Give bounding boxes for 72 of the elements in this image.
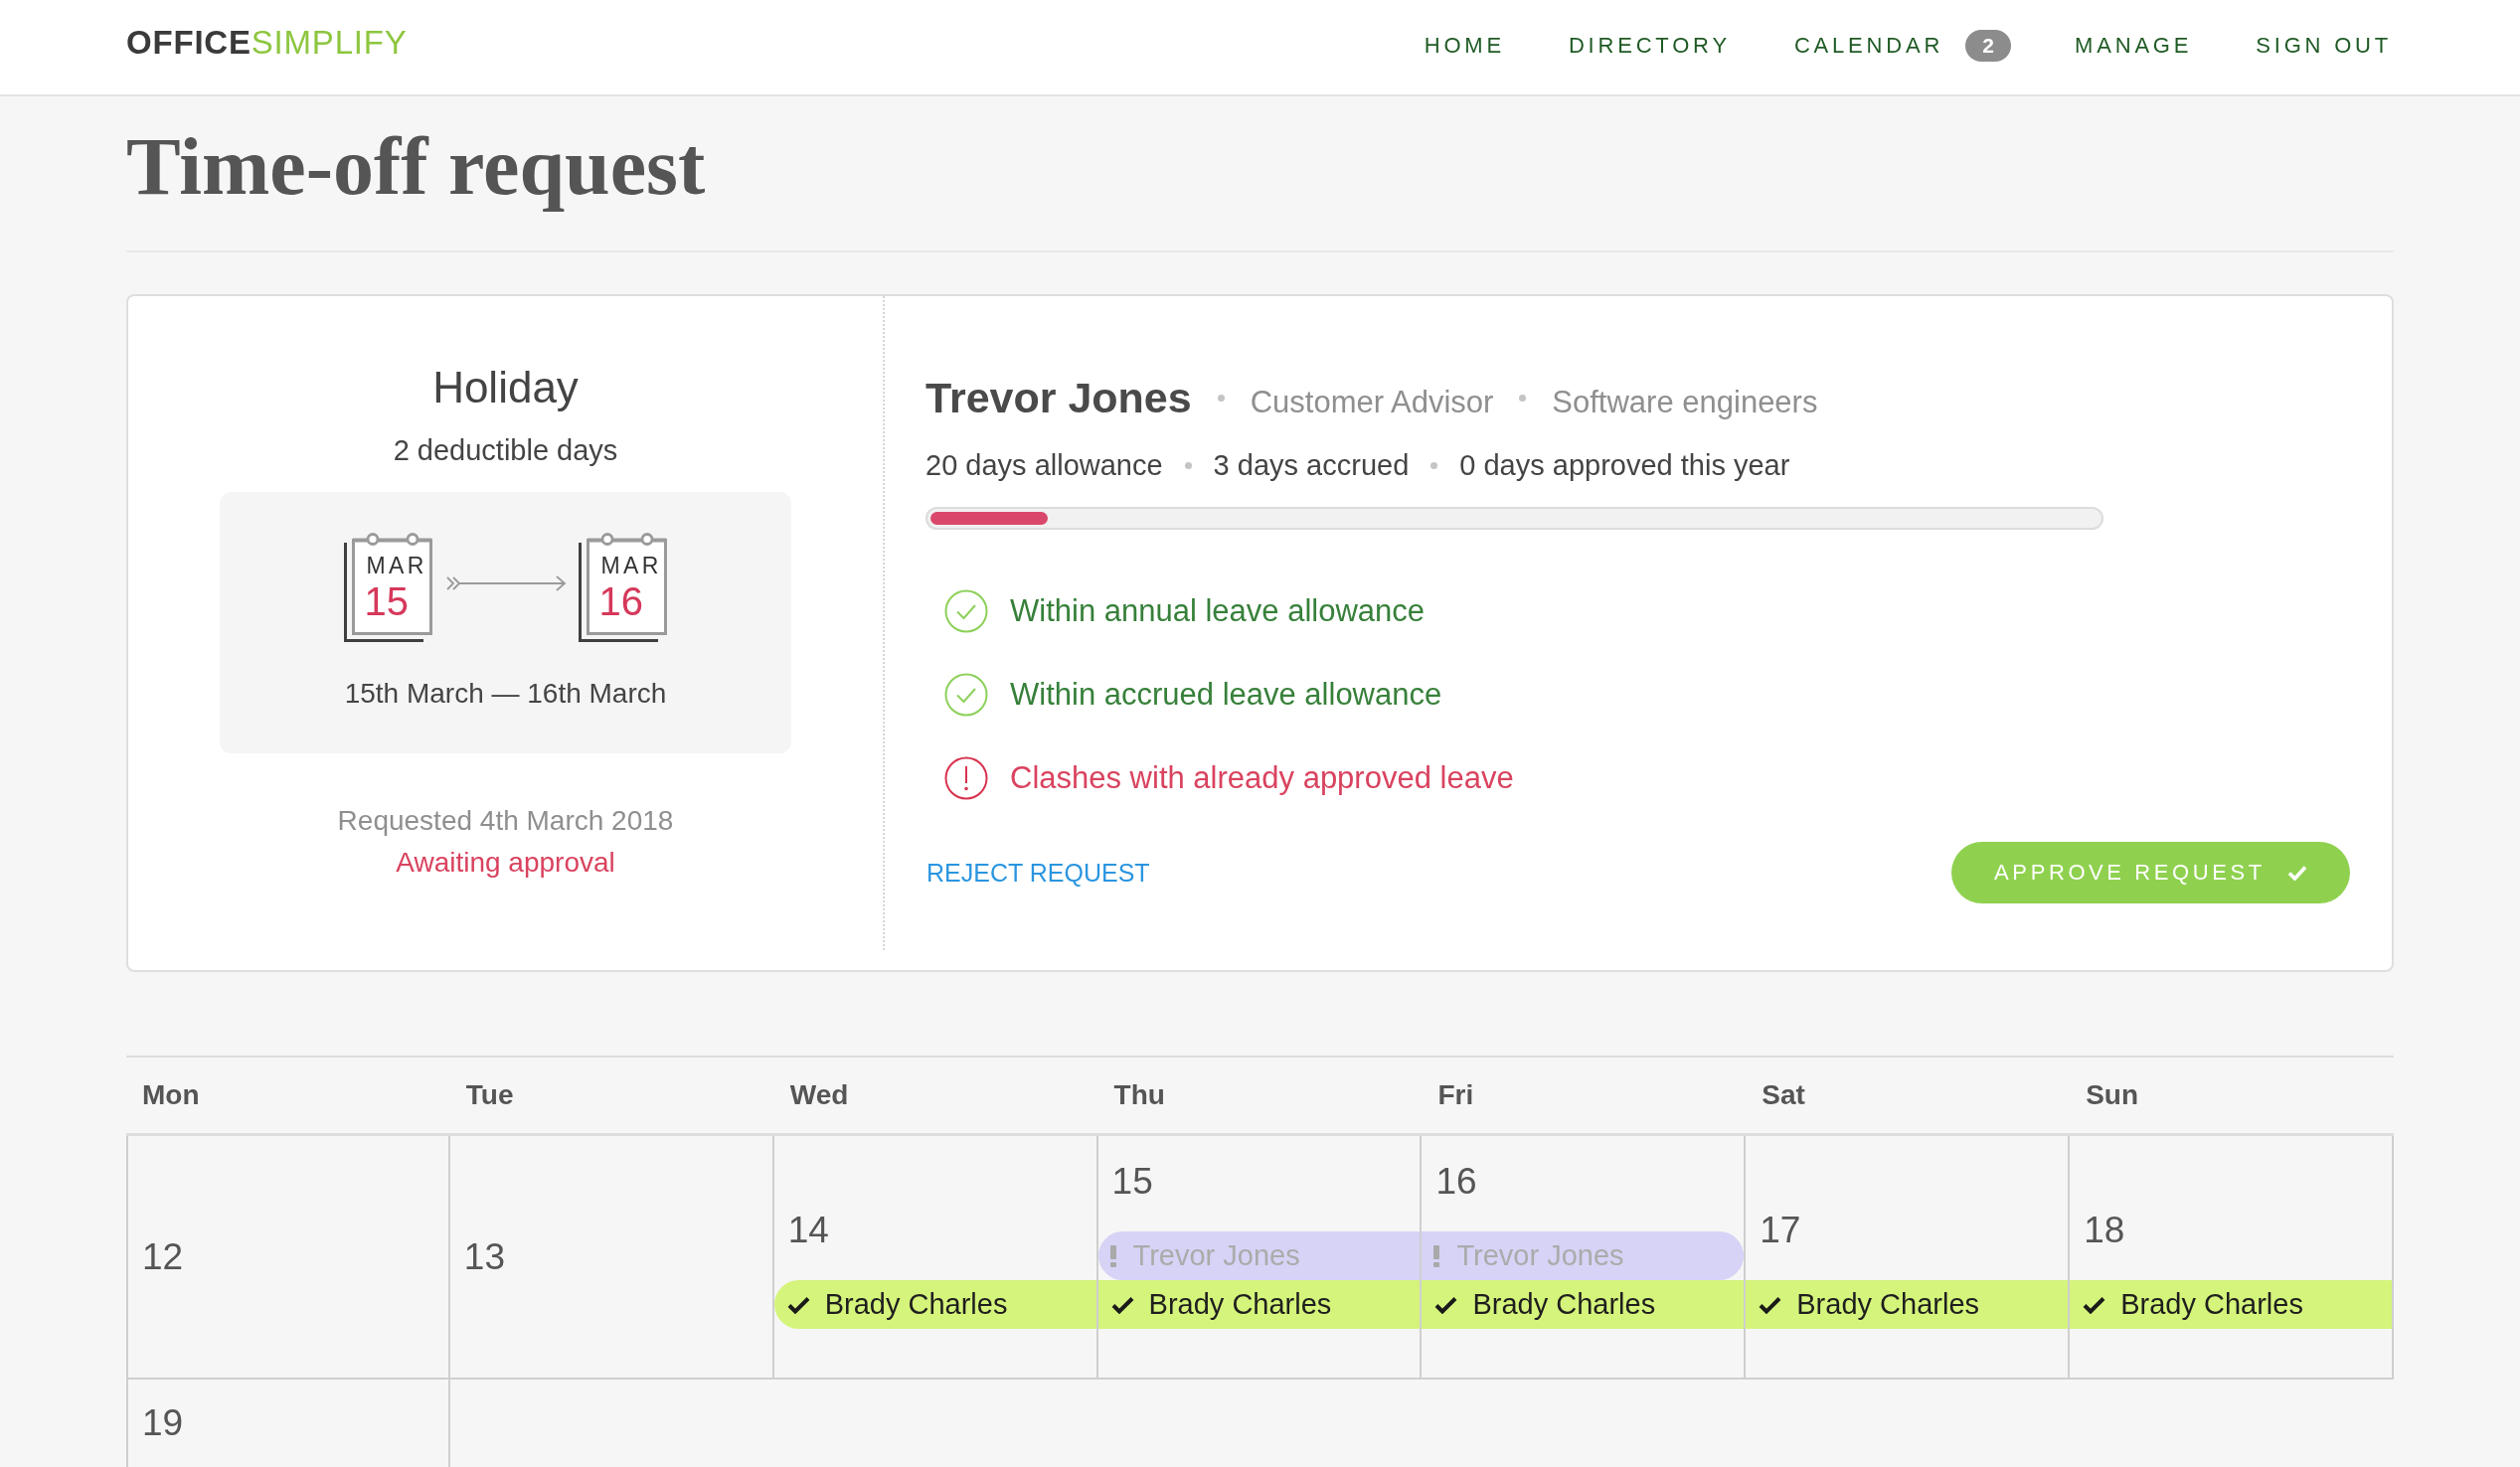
requested-date: Requested 4th March 2018 xyxy=(337,804,674,838)
check-icon xyxy=(1759,1295,1782,1314)
dot-icon xyxy=(1217,394,1225,402)
calendar-cell[interactable]: 13 xyxy=(449,1136,774,1380)
weekday-header: Tue xyxy=(465,1079,514,1111)
dot-icon xyxy=(1184,461,1192,469)
day-number: 13 xyxy=(462,1234,505,1279)
allowance-stat: 20 days allowance xyxy=(925,448,1163,483)
check-text: Within accrued leave allowance xyxy=(1010,676,1442,714)
day-number: 16 xyxy=(598,580,643,622)
exclamation-icon xyxy=(1108,1244,1117,1267)
allowance-stat: 3 days accrued xyxy=(1213,448,1410,483)
alert-circle-icon xyxy=(944,756,988,800)
day-number: 19 xyxy=(141,1401,184,1445)
check-text: Within annual leave allowance xyxy=(1010,592,1426,630)
nav-link[interactable]: HOME xyxy=(1424,33,1505,59)
dot-icon xyxy=(1519,394,1527,402)
event-bar[interactable]: Brady Charles xyxy=(1746,1280,2069,1329)
event-bar[interactable]: Brady Charles xyxy=(2070,1280,2392,1329)
nav-link[interactable]: MANAGE xyxy=(2075,33,2193,59)
calendar-cell[interactable]: 19 xyxy=(126,1380,450,1467)
employee-detail: Software engineers xyxy=(1552,384,1818,421)
event-bar[interactable]: Brady Charles xyxy=(773,1280,1096,1329)
day-number: 17 xyxy=(1759,1209,1801,1252)
exclamation-icon xyxy=(1432,1244,1441,1267)
nav-link[interactable]: DIRECTORY xyxy=(1568,33,1731,59)
weekday-header: Wed xyxy=(789,1079,849,1111)
calendar-cell[interactable]: 17 Brady Charles xyxy=(1746,1136,2071,1380)
employee-name: Trevor Jones xyxy=(925,373,1192,423)
day-number: 14 xyxy=(786,1209,829,1252)
weekday-header: Thu xyxy=(1113,1079,1165,1111)
check-text: Clashes with already approved leave xyxy=(1010,759,1514,797)
check-circle-icon xyxy=(944,673,988,717)
calendar-cell[interactable]: 15 Trevor Jones Brady Charles xyxy=(1097,1136,1423,1380)
check-icon xyxy=(1434,1295,1458,1314)
allowance-stat: 0 days approved this year xyxy=(1459,448,1790,483)
weekday-header: Sat xyxy=(1762,1079,1805,1111)
logo[interactable]: OFFICESIMPLIFY xyxy=(126,23,408,62)
check-icon xyxy=(786,1295,810,1314)
day-number: 12 xyxy=(141,1234,184,1279)
weekday-header: Sun xyxy=(2086,1079,2139,1111)
day-number: 15 xyxy=(364,580,409,622)
event-bar[interactable]: Brady Charles xyxy=(1097,1280,1421,1329)
day-number: 16 xyxy=(1434,1160,1477,1204)
arrow-icon xyxy=(444,573,567,593)
date-range-text: 15th March — 16th March xyxy=(344,677,667,711)
count-badge: 2 xyxy=(1965,30,2012,62)
day-number: 18 xyxy=(2083,1209,2125,1252)
calendar-page-icon xyxy=(343,533,433,642)
deductible-days: 2 deductible days xyxy=(393,430,618,470)
check-icon xyxy=(2286,865,2307,881)
check-icon xyxy=(1110,1295,1134,1314)
day-number: 15 xyxy=(1110,1160,1153,1204)
month-label: MAR xyxy=(600,554,662,577)
check-icon xyxy=(2083,1295,2106,1314)
dot-icon xyxy=(1430,461,1438,469)
request-status: Awaiting approval xyxy=(396,846,615,880)
page-title: Time-off request xyxy=(126,120,706,214)
calendar-cell[interactable]: 14 Brady Charles xyxy=(773,1136,1098,1380)
leave-type: Holiday xyxy=(432,362,579,413)
month-label: MAR xyxy=(366,554,427,577)
weekday-header: Fri xyxy=(1437,1079,1474,1111)
event-bar[interactable]: Brady Charles xyxy=(1422,1280,1745,1329)
weekday-header: Mon xyxy=(142,1079,200,1111)
employee-detail: Customer Advisor xyxy=(1250,384,1494,421)
check-circle-icon xyxy=(944,589,988,633)
nav-link[interactable]: CALENDAR xyxy=(1793,33,1944,59)
calendar-cell[interactable]: 12 xyxy=(126,1136,450,1380)
calendar-cell[interactable]: 18 Brady Charles xyxy=(2070,1136,2394,1380)
calendar-cell[interactable]: 16 Trevor Jones Brady Charles xyxy=(1422,1136,1747,1380)
nav-link[interactable]: SIGN OUT xyxy=(2256,33,2392,59)
calendar-page-icon xyxy=(578,533,668,642)
